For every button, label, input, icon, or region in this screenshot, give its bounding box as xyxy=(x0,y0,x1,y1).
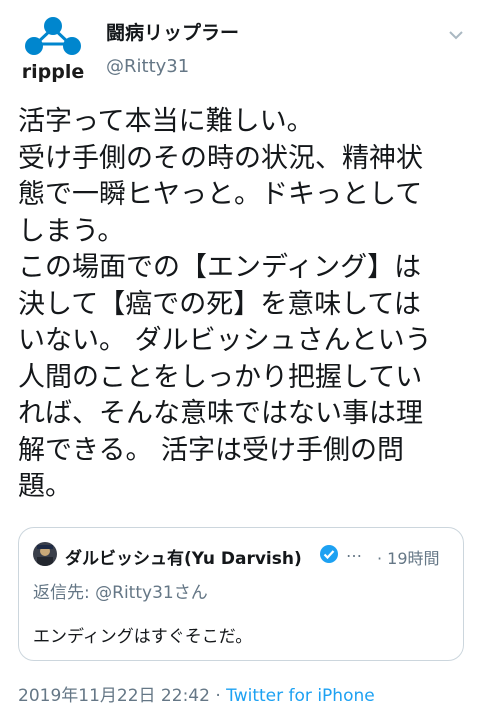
tweet-timestamp[interactable]: 2019年11月22日 22:42 xyxy=(18,686,210,706)
verified-badge-icon xyxy=(319,544,339,564)
author-avatar[interactable]: ripple xyxy=(14,10,92,88)
author-display-name[interactable]: 闘病リップラー xyxy=(106,22,239,44)
reply-to-handle[interactable]: @Ritty31さん xyxy=(95,583,208,603)
meta-separator: · xyxy=(215,686,221,706)
quoted-author-avatar[interactable] xyxy=(33,542,57,566)
quoted-tweet-text: エンディングはすぐそこだ。 xyxy=(33,627,253,647)
chevron-down-icon[interactable] xyxy=(448,26,464,40)
quoted-author-name[interactable]: ダルビッシュ有(Yu Darvish) xyxy=(65,544,302,569)
author-handle[interactable]: @Ritty31 xyxy=(106,56,189,77)
source-link[interactable]: Twitter for iPhone xyxy=(226,686,375,706)
author-info[interactable]: 闘病リップラー xyxy=(106,22,239,44)
reply-to-line: 返信先: @Ritty31さん xyxy=(33,578,208,603)
reply-prefix: 返信先: xyxy=(33,583,96,603)
quoted-name-ellipsis: … xyxy=(346,542,362,561)
svg-text:ripple: ripple xyxy=(22,61,84,83)
tweet-meta: 2019年11月22日 22:42 · Twitter for iPhone xyxy=(18,681,375,706)
tweet-text: 活字って本当に難しい。 受け手側のその時の状況、精神状 態で一瞬ヒヤっと。ドキっ… xyxy=(18,106,432,502)
quoted-tweet-card[interactable]: ダルビッシュ有(Yu Darvish) … · 19時間 返信先: @Ritty… xyxy=(18,527,464,661)
quoted-timestamp[interactable]: · 19時間 xyxy=(377,545,440,569)
ripple-logo-icon: ripple xyxy=(22,17,84,83)
